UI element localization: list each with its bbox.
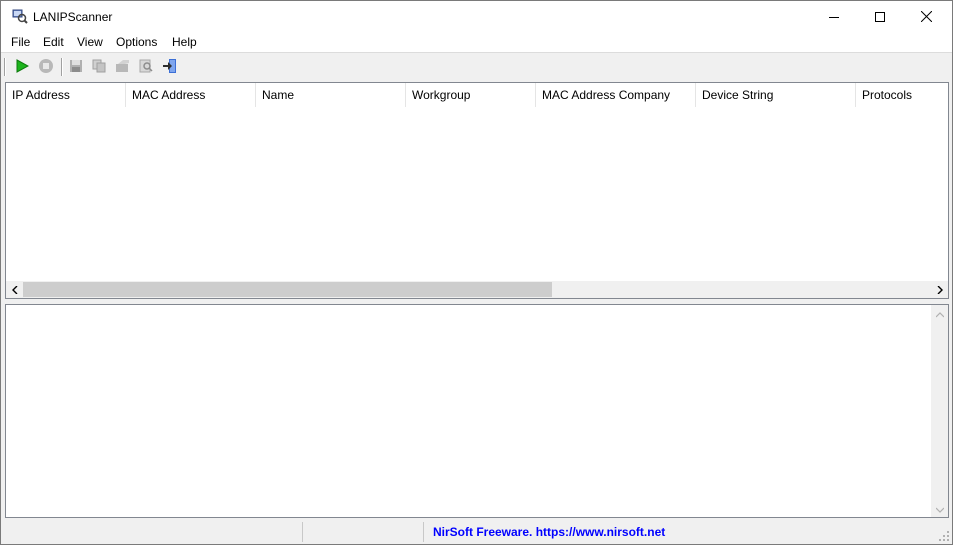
chevron-right-icon — [937, 283, 943, 297]
exit-icon — [162, 58, 178, 77]
menu-help[interactable]: Help — [172, 35, 197, 49]
column-header-name[interactable]: Name — [256, 83, 406, 107]
details-pane[interactable] — [5, 304, 949, 518]
minimize-icon — [829, 12, 839, 22]
status-bar: NirSoft Freeware. https://www.nirsoft.ne… — [1, 520, 952, 544]
minimize-button[interactable] — [811, 1, 857, 32]
toolbar-grip[interactable] — [4, 58, 6, 76]
horizontal-scrollbar[interactable] — [6, 281, 948, 298]
properties-button[interactable] — [113, 57, 133, 77]
maximize-icon — [875, 11, 885, 22]
horizontal-scroll-thumb[interactable] — [23, 282, 552, 297]
copy-icon — [92, 59, 106, 76]
menu-file[interactable]: File — [11, 35, 30, 49]
column-header-ip-address[interactable]: IP Address — [6, 83, 126, 107]
column-header-mac-address[interactable]: MAC Address — [126, 83, 256, 107]
toolbar-separator — [61, 58, 63, 76]
find-button[interactable] — [136, 57, 156, 77]
menu-edit[interactable]: Edit — [43, 35, 64, 49]
start-scan-button[interactable] — [12, 57, 32, 77]
vertical-scrollbar[interactable] — [931, 305, 948, 517]
properties-icon — [115, 59, 131, 76]
app-window: LANIPScanner File Edit View Options Help — [0, 0, 953, 545]
save-icon — [69, 59, 83, 76]
maximize-button[interactable] — [857, 1, 903, 32]
list-header: IP Address MAC Address Name Workgroup MA… — [6, 83, 948, 107]
column-header-workgroup[interactable]: Workgroup — [406, 83, 536, 107]
exit-button[interactable] — [160, 57, 180, 77]
find-icon — [139, 59, 153, 76]
column-header-protocols[interactable]: Protocols — [856, 83, 948, 107]
play-icon — [15, 58, 30, 76]
column-header-mac-address-company[interactable]: MAC Address Company — [536, 83, 696, 107]
window-title: LANIPScanner — [33, 10, 113, 24]
status-panel-2 — [304, 522, 424, 542]
device-list[interactable]: IP Address MAC Address Name Workgroup MA… — [5, 82, 949, 299]
chevron-left-icon — [11, 283, 18, 297]
scanner-app-icon[interactable] — [12, 8, 28, 24]
close-button[interactable] — [903, 1, 949, 32]
resize-grip-icon[interactable] — [938, 530, 950, 542]
chevron-up-icon — [935, 307, 944, 321]
scroll-down-button[interactable] — [931, 500, 948, 517]
copy-button[interactable] — [89, 57, 109, 77]
stop-icon — [38, 58, 54, 77]
scroll-up-button[interactable] — [931, 305, 948, 322]
save-button[interactable] — [66, 57, 86, 77]
scroll-left-button[interactable] — [6, 281, 23, 298]
toolbar — [1, 52, 952, 81]
menu-view[interactable]: View — [77, 35, 103, 49]
status-panel-1 — [3, 522, 303, 542]
title-bar[interactable]: LANIPScanner — [1, 1, 952, 32]
close-icon — [920, 11, 932, 22]
chevron-down-icon — [935, 502, 944, 516]
menu-options[interactable]: Options — [116, 35, 157, 49]
menu-bar: File Edit View Options Help — [1, 32, 952, 52]
scroll-right-button[interactable] — [931, 281, 948, 298]
stop-scan-button[interactable] — [36, 57, 56, 77]
column-header-device-string[interactable]: Device String — [696, 83, 856, 107]
nirsoft-link[interactable]: NirSoft Freeware. https://www.nirsoft.ne… — [433, 525, 665, 539]
